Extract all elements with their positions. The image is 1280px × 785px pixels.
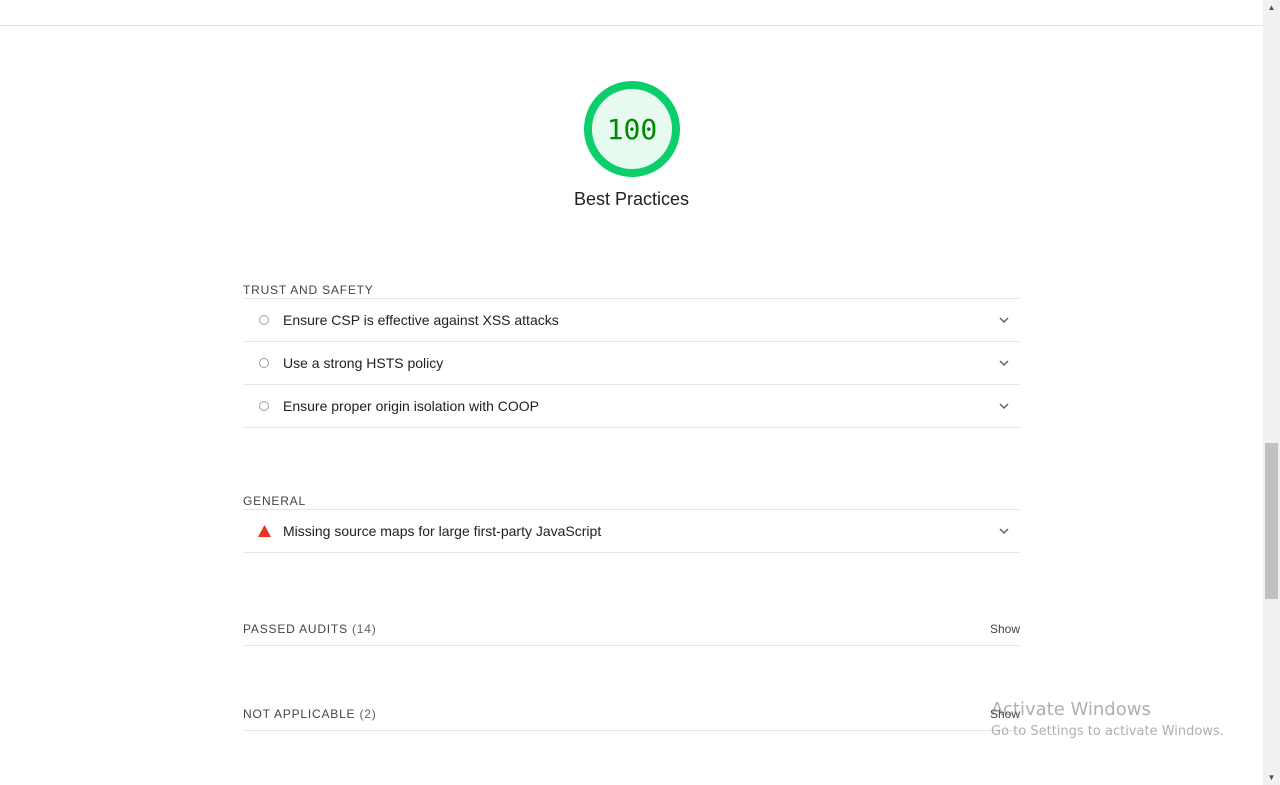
not-applicable-title: NOT APPLICABLE (2) (243, 707, 377, 721)
group-passed-audits: PASSED AUDITS (14) Show (243, 619, 1020, 646)
informative-circle-icon (257, 313, 271, 327)
report-page: 100 Best Practices TRUST AND SAFETY Ensu… (0, 0, 1280, 785)
chevron-down-icon[interactable] (998, 400, 1010, 412)
group-title-general: GENERAL (243, 491, 1020, 510)
not-applicable-label: NOT APPLICABLE (243, 707, 356, 721)
watermark-title: Activate Windows (991, 699, 1151, 720)
audit-label: Use a strong HSTS policy (283, 355, 444, 371)
audit-hsts[interactable]: Use a strong HSTS policy (243, 342, 1020, 385)
chevron-down-icon[interactable] (998, 314, 1010, 326)
watermark-subtitle: Go to Settings to activate Windows. (991, 724, 1224, 739)
vertical-scrollbar[interactable]: ▲ ▼ (1263, 0, 1280, 785)
passed-audits-show-button[interactable]: Show (990, 622, 1020, 636)
category-title: Best Practices (573, 189, 690, 209)
scrollbar-thumb[interactable] (1265, 443, 1278, 599)
audit-csp-xss[interactable]: Ensure CSP is effective against XSS atta… (243, 299, 1020, 342)
audit-label: Ensure CSP is effective against XSS atta… (283, 312, 559, 328)
passed-audits-title: PASSED AUDITS (14) (243, 622, 377, 636)
score-gauge: 100 (583, 81, 680, 177)
informative-circle-icon (257, 399, 271, 413)
group-not-applicable: NOT APPLICABLE (2) Show (243, 704, 1020, 731)
not-applicable-count: (2) (359, 707, 377, 721)
warning-triangle-icon (257, 524, 271, 538)
not-applicable-header[interactable]: NOT APPLICABLE (2) Show (243, 704, 1020, 731)
scroll-down-icon[interactable]: ▼ (1263, 770, 1280, 785)
top-bar (0, 0, 1263, 26)
group-title-trust-and-safety: TRUST AND SAFETY (243, 280, 1020, 299)
score-gauge-container: 100 Best Practices (243, 81, 1020, 210)
audit-label: Missing source maps for large first-part… (283, 523, 602, 539)
group-trust-and-safety: TRUST AND SAFETY Ensure CSP is effective… (243, 280, 1020, 428)
audit-label: Ensure proper origin isolation with COOP (283, 398, 540, 414)
windows-activation-watermark: Activate Windows Go to Settings to activ… (991, 699, 1224, 743)
passed-audits-header[interactable]: PASSED AUDITS (14) Show (243, 619, 1020, 646)
score-value: 100 (606, 113, 657, 146)
group-general: GENERAL Missing source maps for large fi… (243, 491, 1020, 553)
passed-audits-count: (14) (352, 622, 377, 636)
chevron-down-icon[interactable] (998, 525, 1010, 537)
audit-source-maps[interactable]: Missing source maps for large first-part… (243, 510, 1020, 553)
scroll-up-icon[interactable]: ▲ (1263, 0, 1280, 15)
audit-coop[interactable]: Ensure proper origin isolation with COOP (243, 385, 1020, 428)
passed-audits-label: PASSED AUDITS (243, 622, 348, 636)
chevron-down-icon[interactable] (998, 357, 1010, 369)
informative-circle-icon (257, 356, 271, 370)
